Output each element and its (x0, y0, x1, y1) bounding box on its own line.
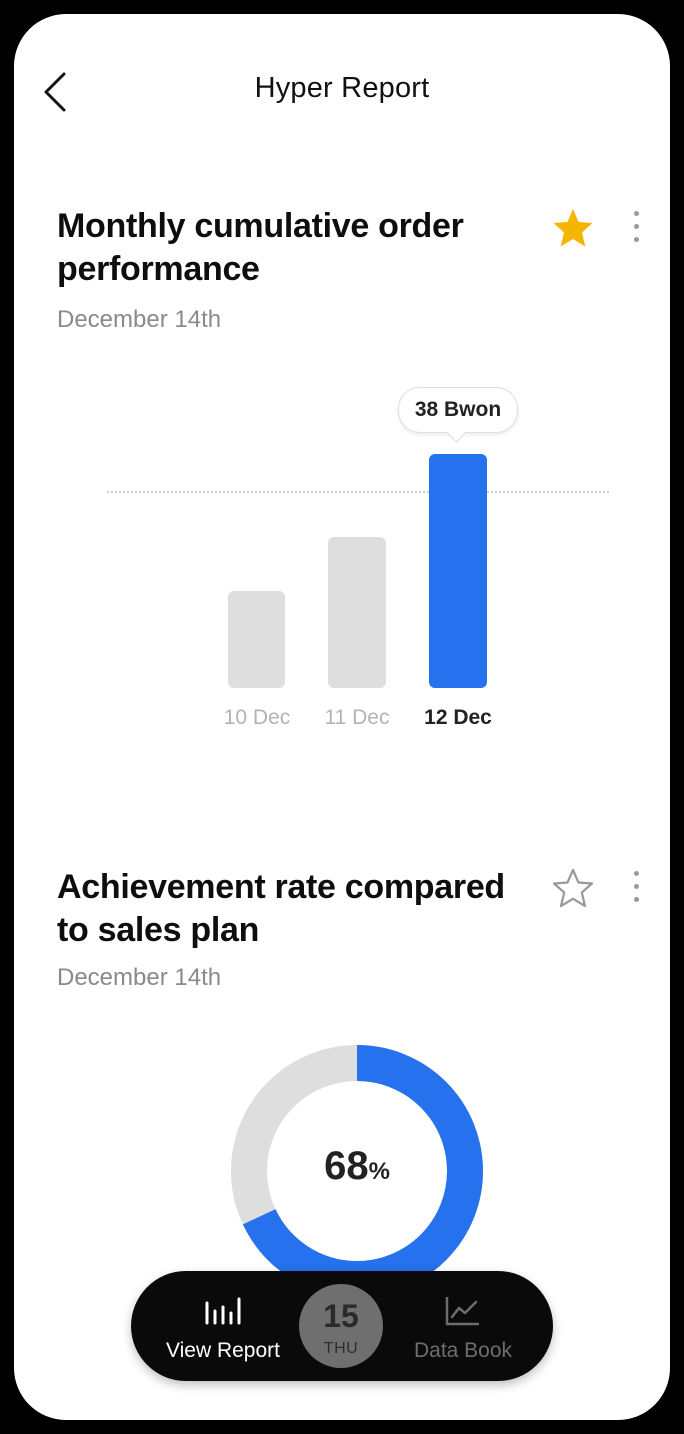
nav-data-book[interactable]: Data Book (395, 1271, 531, 1381)
bar-chart-icon (205, 1297, 241, 1325)
favorite-star-icon-filled[interactable] (551, 206, 595, 250)
line-chart-icon (445, 1297, 479, 1326)
date-day: 15 (323, 1298, 359, 1334)
card-date: December 14th (57, 964, 222, 991)
percent-unit: % (368, 1158, 390, 1185)
bar-label-12-dec: 12 Dec (424, 706, 492, 729)
bar-label-11-dec: 11 Dec (324, 706, 390, 729)
card-title-order-performance: Monthly cumulative order performance (57, 207, 464, 288)
more-options-icon[interactable] (626, 211, 646, 255)
target-line (107, 491, 609, 493)
phone-frame: Hyper Report Monthly cumulative order pe… (0, 0, 684, 1434)
bar-10-dec (228, 591, 285, 688)
bottom-nav: View Report 15 THU Data Book (131, 1271, 553, 1381)
nav-data-book-label: Data Book (413, 1339, 513, 1362)
achievement-percent: 68 (324, 1144, 369, 1188)
today-date-button[interactable]: 15 THU (299, 1284, 383, 1368)
nav-view-report-label: View Report (165, 1339, 280, 1362)
bar-11-dec (328, 537, 386, 688)
bar-label-10-dec: 10 Dec (223, 706, 291, 729)
screen: Hyper Report Monthly cumulative order pe… (14, 14, 670, 1420)
more-options-icon[interactable] (626, 871, 646, 915)
favorite-star-icon-outline[interactable] (551, 866, 595, 910)
card-title-achievement-rate: Achievement rate compared to sales plan (57, 868, 505, 949)
nav-view-report[interactable]: View Report (153, 1271, 293, 1381)
card-date: December 14th (57, 306, 222, 333)
bar-12-dec (429, 454, 487, 688)
donut-center-value: 68% (230, 1144, 484, 1189)
date-weekday: THU (323, 1340, 359, 1357)
page-title: Hyper Report (254, 72, 430, 104)
